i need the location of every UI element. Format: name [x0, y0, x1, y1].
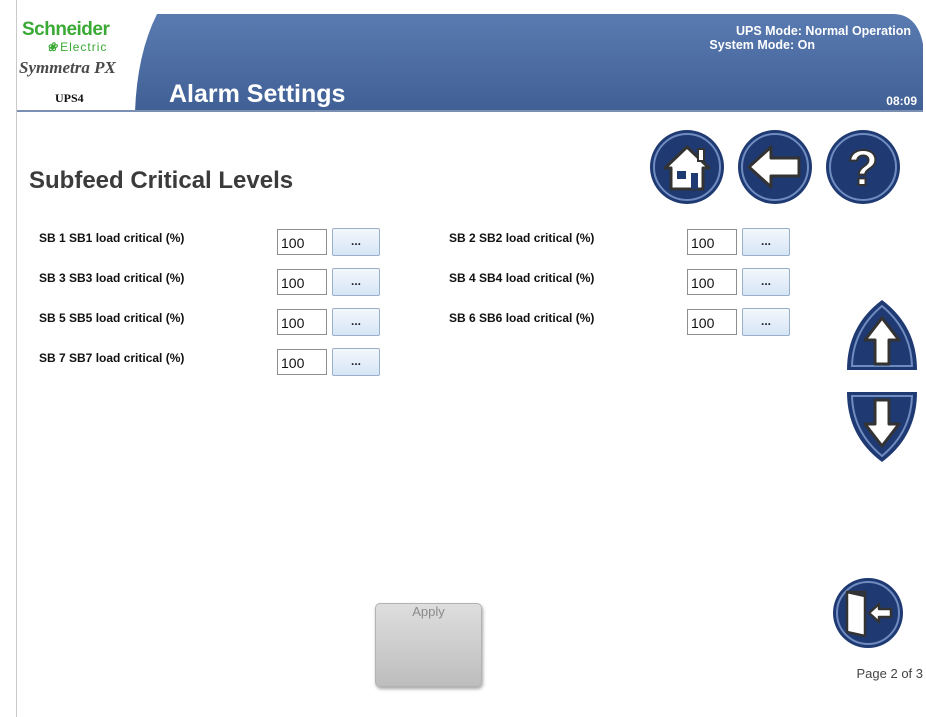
- setting-value-field[interactable]: 100: [277, 229, 327, 255]
- clock: 08:09: [886, 94, 917, 108]
- setting-label: SB 3 SB3 load critical (%): [39, 271, 185, 285]
- logo-area: Schneider ❀ Electric Symmetra PX UPS4: [17, 14, 135, 112]
- section-title: Subfeed Critical Levels: [29, 167, 294, 194]
- system-mode-status: System Mode: On: [709, 38, 815, 52]
- page-indicator: Page 2 of 3: [856, 666, 924, 681]
- setting-value-field[interactable]: 100: [277, 309, 327, 335]
- setting-value-field[interactable]: 100: [687, 269, 737, 295]
- help-button[interactable]: ?: [823, 127, 903, 207]
- apply-button[interactable]: Apply: [375, 603, 482, 687]
- edit-button[interactable]: ...: [742, 308, 790, 336]
- setting-value-field[interactable]: 100: [687, 229, 737, 255]
- help-icon: ?: [848, 140, 879, 196]
- page-title: Alarm Settings: [169, 80, 346, 108]
- setting-label: SB 4 SB4 load critical (%): [449, 271, 595, 285]
- edit-button[interactable]: ...: [332, 268, 380, 296]
- edit-button[interactable]: ...: [332, 228, 380, 256]
- setting-label: SB 1 SB1 load critical (%): [39, 231, 185, 245]
- brand-logo: Schneider: [22, 19, 110, 40]
- edit-button[interactable]: ...: [742, 268, 790, 296]
- ups-mode-status: UPS Mode: Normal Operation: [735, 24, 911, 38]
- setting-label: SB 2 SB2 load critical (%): [449, 231, 595, 245]
- brand-mark-icon: ❀: [47, 40, 59, 54]
- app-window: Schneider ❀ Electric Symmetra PX UPS4 Ala…: [16, 0, 923, 717]
- brand-sub-logo: ❀ Electric: [47, 40, 107, 54]
- brand-sub-text: Electric: [60, 40, 108, 54]
- setting-label: SB 6 SB6 load critical (%): [449, 311, 595, 325]
- header-bar: Schneider ❀ Electric Symmetra PX UPS4 Ala…: [17, 14, 923, 112]
- edit-button[interactable]: ...: [742, 228, 790, 256]
- device-name: UPS4: [55, 91, 84, 105]
- product-name: Symmetra PX: [19, 58, 116, 77]
- setting-value-field[interactable]: 100: [687, 309, 737, 335]
- edit-button[interactable]: ...: [332, 308, 380, 336]
- scroll-down-button[interactable]: [843, 386, 921, 466]
- home-button[interactable]: [647, 127, 727, 207]
- edit-button[interactable]: ...: [332, 348, 380, 376]
- setting-value-field[interactable]: 100: [277, 269, 327, 295]
- scroll-up-button[interactable]: [843, 296, 921, 376]
- back-button[interactable]: [735, 127, 815, 207]
- exit-button[interactable]: [831, 576, 905, 650]
- setting-label: SB 5 SB5 load critical (%): [39, 311, 185, 325]
- setting-label: SB 7 SB7 load critical (%): [39, 351, 185, 365]
- setting-value-field[interactable]: 100: [277, 349, 327, 375]
